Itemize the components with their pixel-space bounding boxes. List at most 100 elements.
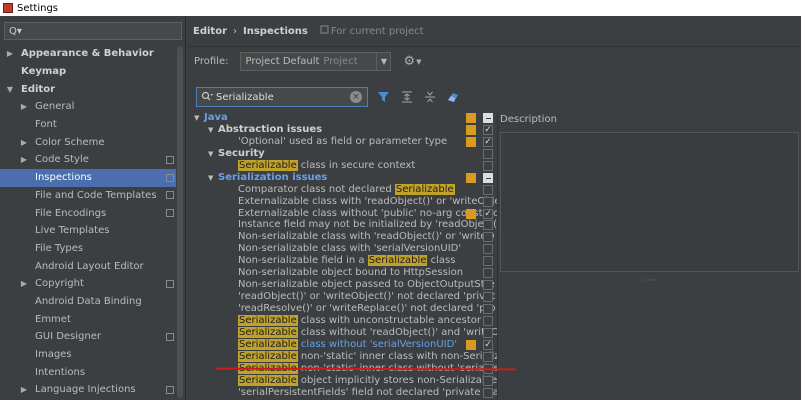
enabled-checkbox[interactable]: ✓ xyxy=(483,339,493,350)
enabled-checkbox[interactable] xyxy=(483,292,493,303)
severity-warning-icon[interactable] xyxy=(466,208,476,219)
sidebar-item-file-types[interactable]: File Types xyxy=(0,240,176,258)
inspection-label: class with unconstructable ancestor xyxy=(297,314,482,326)
enabled-checkbox[interactable] xyxy=(483,160,493,171)
enabled-checkbox[interactable]: ✓ xyxy=(483,124,493,135)
enabled-checkbox[interactable] xyxy=(483,232,493,243)
sidebar-item-label: Editor xyxy=(21,83,55,95)
inspection-row[interactable]: Externalizable class with 'readObject()'… xyxy=(194,196,498,208)
enabled-checkbox[interactable] xyxy=(483,351,493,362)
collapsed-arrow-icon[interactable]: ▶ xyxy=(18,138,30,147)
filter-toolbar: Serializable × xyxy=(196,87,460,107)
sidebar-item-keymap[interactable]: Keymap xyxy=(0,63,176,81)
enabled-checkbox[interactable] xyxy=(483,280,493,291)
description-resize-handle[interactable]: ,,,, xyxy=(644,274,657,282)
expanded-arrow-icon[interactable]: ▼ xyxy=(4,85,16,94)
sidebar-item-live-templates[interactable]: Live Templates xyxy=(0,222,176,240)
inspection-row[interactable]: 'serialPersistentFields' field not decla… xyxy=(194,387,498,399)
inspection-row[interactable]: Non-serializable class with 'readObject(… xyxy=(194,231,498,243)
sidebar-scrollbar[interactable] xyxy=(177,46,183,398)
collapse-all-icon[interactable] xyxy=(423,90,437,104)
inspection-row[interactable]: Serializable object implicitly stores no… xyxy=(194,374,498,387)
inspections-tree: ▼ Java ▼ Abstraction issues 'Optional' used … xyxy=(194,112,498,400)
reset-eraser-icon[interactable] xyxy=(446,90,460,104)
inspection-row[interactable]: Serializable non-'static' inner class wi… xyxy=(194,350,498,363)
enabled-checkbox[interactable]: ✓ xyxy=(483,208,493,219)
severity-warning-icon[interactable] xyxy=(466,113,476,123)
inspection-row[interactable]: Non-serializable object bound to HttpSes… xyxy=(194,267,498,279)
enabled-checkbox[interactable] xyxy=(483,244,493,255)
inspection-label: Externalizable class without 'public' no… xyxy=(238,207,498,219)
enabled-checkbox[interactable] xyxy=(483,113,493,123)
sidebar-item-copyright[interactable]: ▶ Copyright xyxy=(0,275,176,293)
filter-icon[interactable] xyxy=(377,90,391,104)
sidebar-item-color-scheme[interactable]: ▶ Color Scheme xyxy=(0,133,176,151)
severity-warning-icon[interactable] xyxy=(466,124,476,135)
enabled-checkbox[interactable] xyxy=(483,268,493,279)
severity-warning-icon[interactable] xyxy=(466,339,476,350)
sidebar-item-file-and-code-templates[interactable]: File and Code Templates xyxy=(0,187,176,205)
sidebar-item-code-style[interactable]: ▶ Code Style xyxy=(0,151,176,169)
enabled-checkbox[interactable] xyxy=(483,375,493,386)
inspection-label: Security xyxy=(218,147,265,159)
enabled-checkbox[interactable] xyxy=(483,315,493,326)
enabled-checkbox[interactable] xyxy=(483,256,493,267)
title-bar: Settings xyxy=(0,0,801,16)
enabled-checkbox[interactable] xyxy=(483,387,493,398)
tree-description-splitter[interactable] xyxy=(497,112,498,400)
sidebar-item-android-data-binding[interactable]: Android Data Binding xyxy=(0,293,176,311)
tree-group-row[interactable]: ▼ Security xyxy=(194,148,498,160)
inspection-row[interactable]: Serializable class with unconstructable … xyxy=(194,314,498,327)
enabled-cell xyxy=(482,267,494,279)
collapsed-arrow-icon[interactable]: ▶ xyxy=(18,102,30,111)
inspection-row[interactable]: Serializable class in secure context xyxy=(194,159,498,172)
enabled-checkbox[interactable] xyxy=(483,304,493,314)
tree-group-row[interactable]: ▼ Serialization issues xyxy=(194,172,498,184)
inspection-row[interactable]: Instance field may not be initialized by… xyxy=(194,219,498,231)
profile-settings-button[interactable]: ⚙ ▼ xyxy=(403,54,421,69)
collapsed-arrow-icon[interactable]: ▶ xyxy=(18,155,30,164)
severity-warning-icon[interactable] xyxy=(466,136,476,147)
sidebar-item-editor[interactable]: ▼ Editor xyxy=(0,80,176,98)
sidebar-item-inspections[interactable]: Inspections xyxy=(0,168,176,187)
collapsed-arrow-icon[interactable]: ▶ xyxy=(18,279,30,288)
sidebar-item-android-layout-editor[interactable]: Android Layout Editor xyxy=(0,257,176,275)
sidebar-item-emmet[interactable]: Emmet xyxy=(0,310,176,328)
inspection-row[interactable]: Non-serializable class with 'serialVersi… xyxy=(194,243,498,255)
enabled-checkbox[interactable] xyxy=(483,148,493,159)
tree-group-row[interactable]: ▼ Abstraction issues xyxy=(194,124,498,136)
inspection-row[interactable]: 'readObject()' or 'writeObject()' not de… xyxy=(194,291,498,303)
sidebar-item-images[interactable]: Images xyxy=(0,346,176,364)
sidebar-item-general[interactable]: ▶ General xyxy=(0,98,176,116)
inspection-row[interactable]: 'Optional' used as field or parameter ty… xyxy=(194,136,498,148)
inspection-row[interactable]: Comparator class not declared Serializab… xyxy=(194,183,498,196)
expand-all-icon[interactable] xyxy=(400,90,414,104)
inspection-search-input[interactable]: Serializable × xyxy=(196,87,368,107)
enabled-checkbox[interactable] xyxy=(483,220,493,231)
collapsed-arrow-icon[interactable]: ▶ xyxy=(18,385,30,394)
sidebar-item-gui-designer[interactable]: GUI Designer xyxy=(0,328,176,346)
enabled-checkbox[interactable] xyxy=(483,172,493,183)
enabled-checkbox[interactable]: ✓ xyxy=(483,136,493,147)
severity-warning-icon[interactable] xyxy=(466,172,476,183)
enabled-checkbox[interactable] xyxy=(483,196,493,207)
sidebar-item-appearance-behavior[interactable]: ▶ Appearance & Behavior xyxy=(0,45,176,63)
sidebar-item-intentions[interactable]: Intentions xyxy=(0,363,176,381)
settings-search-input[interactable]: Q▾ xyxy=(4,22,182,40)
sidebar-item-font[interactable]: Font xyxy=(0,116,176,134)
tree-group-row[interactable]: ▼ Java xyxy=(194,112,498,124)
enabled-checkbox[interactable] xyxy=(483,327,493,338)
collapsed-arrow-icon[interactable]: ▶ xyxy=(4,49,16,58)
inspection-row[interactable]: Serializable class without 'readObject()… xyxy=(194,326,498,339)
clear-search-icon[interactable]: × xyxy=(350,91,362,103)
inspection-row[interactable]: Non-serializable object passed to Object… xyxy=(194,279,498,291)
sidebar-item-language-injections[interactable]: ▶ Language Injections xyxy=(0,381,176,399)
profile-dropdown[interactable]: Project Default Project ▼ xyxy=(240,52,392,71)
inspection-row[interactable]: Externalizable class without 'public' no… xyxy=(194,208,498,220)
inspection-row[interactable]: Serializable class without 'serialVersio… xyxy=(194,338,498,351)
sidebar-item-label: Android Layout Editor xyxy=(35,260,144,272)
inspection-row[interactable]: Non-serializable field in a Serializable… xyxy=(194,255,498,267)
sidebar-item-file-encodings[interactable]: File Encodings xyxy=(0,204,176,222)
enabled-checkbox[interactable] xyxy=(483,184,493,195)
inspection-row[interactable]: 'readResolve()' or 'writeReplace()' not … xyxy=(194,303,498,315)
